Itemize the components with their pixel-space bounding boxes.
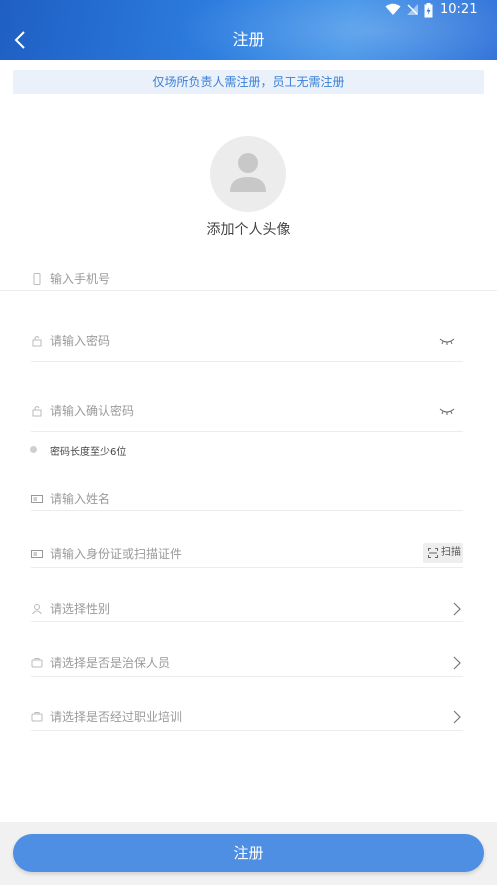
eye-closed-icon[interactable]: [439, 337, 455, 345]
scan-button[interactable]: 扫描: [423, 543, 463, 563]
password-input[interactable]: [50, 327, 430, 355]
avatar-upload[interactable]: [210, 136, 286, 212]
wifi-icon: [385, 3, 401, 15]
divider: [31, 730, 463, 731]
user-placeholder-icon: [230, 153, 266, 192]
confirm-password-field: [31, 397, 463, 427]
id-card-icon: [31, 495, 43, 503]
phone-input[interactable]: [50, 265, 430, 293]
register-button[interactable]: 注册: [13, 834, 484, 872]
app-header: 10:21 注册: [0, 0, 497, 60]
briefcase-icon: [31, 712, 43, 722]
page-title: 注册: [232, 30, 265, 49]
divider: [31, 567, 463, 568]
training-select[interactable]: [31, 703, 463, 733]
chevron-right-icon: [453, 656, 461, 670]
scan-label: 扫描: [441, 547, 461, 558]
training-input[interactable]: [50, 703, 430, 731]
battery-charging-icon: [424, 3, 433, 18]
lock-icon: [32, 406, 42, 417]
name-input[interactable]: [50, 485, 430, 513]
divider: [31, 431, 463, 432]
id-number-input[interactable]: [50, 540, 410, 568]
hint-bullet: [30, 446, 37, 453]
eye-closed-icon[interactable]: [439, 407, 455, 415]
security-personnel-input[interactable]: [50, 649, 430, 677]
divider: [0, 290, 497, 291]
shield-icon: [31, 658, 43, 668]
password-field: [31, 327, 463, 357]
signal-off-icon: [407, 4, 418, 15]
lock-icon: [32, 336, 42, 347]
id-card-icon: [31, 550, 43, 558]
status-bar: 10:21: [377, 0, 497, 20]
confirm-password-input[interactable]: [50, 397, 430, 425]
divider: [31, 676, 463, 677]
password-hint: 密码长度至少6位: [50, 447, 127, 458]
divider: [31, 621, 463, 622]
gender-input[interactable]: [50, 595, 430, 623]
chevron-right-icon: [453, 602, 461, 616]
person-icon: [32, 604, 42, 615]
id-number-field: 扫描: [31, 540, 463, 570]
scan-icon: [428, 548, 438, 558]
phone-icon: [33, 273, 41, 285]
security-personnel-select[interactable]: [31, 649, 463, 679]
chevron-right-icon: [453, 710, 461, 724]
avatar-label: 添加个人头像: [206, 222, 291, 238]
status-time: 10:21: [440, 2, 478, 17]
registration-notice: 仅场所负责人需注册，员工无需注册: [13, 70, 484, 94]
divider: [31, 361, 463, 362]
divider: [31, 510, 463, 511]
